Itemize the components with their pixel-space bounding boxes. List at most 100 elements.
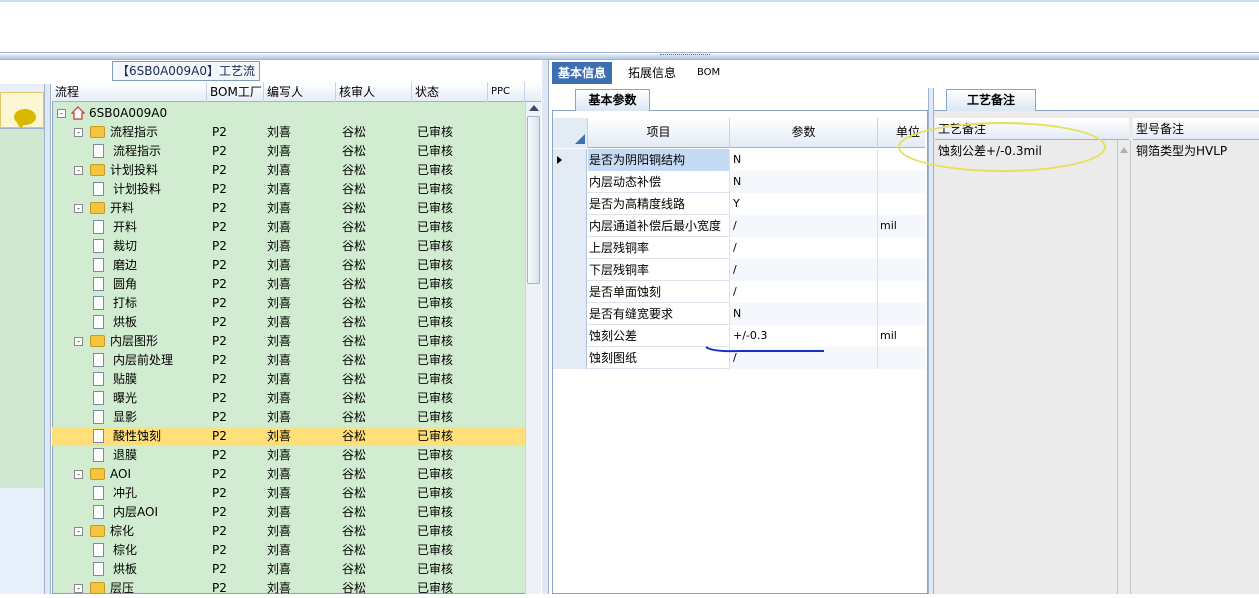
col-header-writer[interactable]: 编写人 — [264, 82, 336, 102]
col-header-reviewer[interactable]: 核审人 — [336, 82, 412, 102]
tree-vertical-scrollbar[interactable] — [525, 102, 541, 594]
collapse-toggle-icon[interactable]: - — [74, 584, 83, 593]
tree-row[interactable]: 酸性蚀刻 P2 刘喜 谷松 已审核 — [52, 427, 525, 446]
param-value-cell[interactable]: / — [730, 215, 878, 237]
param-unit-cell[interactable] — [878, 171, 925, 193]
tree-row[interactable]: - 流程指示 P2 刘喜 谷松 已审核 — [52, 123, 525, 142]
collapse-toggle-icon[interactable]: - — [74, 527, 83, 536]
param-value-cell[interactable]: Y — [730, 193, 878, 215]
col-header-bom-factory[interactable]: BOM工厂 — [207, 82, 264, 102]
tree-row[interactable]: 曝光 P2 刘喜 谷松 已审核 — [52, 389, 525, 408]
col-header-param[interactable]: 参数 — [730, 118, 878, 148]
collapse-toggle-icon[interactable]: - — [74, 204, 83, 213]
param-value-cell[interactable]: / — [730, 237, 878, 259]
param-row[interactable]: 内层动态补偿 N — [553, 171, 925, 193]
tree-row[interactable]: 退膜 P2 刘喜 谷松 已审核 — [52, 446, 525, 465]
row-indicator[interactable] — [553, 171, 587, 193]
param-value-cell[interactable]: / — [730, 259, 878, 281]
tab-basic-params[interactable]: 基本参数 — [575, 89, 650, 111]
col-header-flow[interactable]: 流程 — [52, 82, 207, 102]
param-row[interactable]: 上层残铜率 / — [553, 237, 925, 259]
collapse-toggle-icon[interactable]: - — [74, 166, 83, 175]
tree-row[interactable]: - 计划投料 P2 刘喜 谷松 已审核 — [52, 161, 525, 180]
param-value-cell[interactable]: / — [730, 347, 878, 369]
tree-row[interactable]: 开料 P2 刘喜 谷松 已审核 — [52, 218, 525, 237]
param-value-cell[interactable]: N — [730, 171, 878, 193]
tree-row[interactable]: 内层前处理 P2 刘喜 谷松 已审核 — [52, 351, 525, 370]
param-row[interactable]: 是否为高精度线路 Y — [553, 193, 925, 215]
tab-extended-info[interactable]: 拓展信息 — [622, 62, 682, 84]
param-row[interactable]: 是否为阴阳铜结构 N — [553, 149, 925, 171]
row-indicator[interactable] — [553, 303, 587, 325]
param-unit-cell[interactable] — [878, 281, 925, 303]
param-row[interactable]: 是否有缝宽要求 N — [553, 303, 925, 325]
row-indicator[interactable] — [553, 237, 587, 259]
row-indicator[interactable] — [553, 215, 587, 237]
nav-item-selected[interactable] — [0, 92, 44, 129]
param-row[interactable]: 下层残铜率 / — [553, 259, 925, 281]
tree-row[interactable]: 棕化 P2 刘喜 谷松 已审核 — [52, 541, 525, 560]
param-unit-cell[interactable] — [878, 347, 925, 369]
tree-row[interactable]: - 层压 P2 刘喜 谷松 已审核 — [52, 579, 525, 598]
col-header-status[interactable]: 状态 — [412, 82, 488, 102]
row-indicator[interactable] — [553, 347, 587, 369]
tree-row[interactable]: 烘板 P2 刘喜 谷松 已审核 — [52, 313, 525, 332]
scroll-thumb[interactable] — [527, 116, 540, 284]
row-indicator[interactable] — [553, 149, 587, 171]
tab-process-notes[interactable]: 工艺备注 — [946, 89, 1036, 111]
param-unit-cell[interactable] — [878, 259, 925, 281]
row-indicator[interactable] — [553, 281, 587, 303]
splitter-grip-icon[interactable] — [660, 54, 710, 58]
param-value-cell[interactable]: N — [730, 149, 878, 171]
tree-row[interactable]: 圆角 P2 刘喜 谷松 已审核 — [52, 275, 525, 294]
tree-row[interactable]: 内层AOI P2 刘喜 谷松 已审核 — [52, 503, 525, 522]
collapse-toggle-icon[interactable]: - — [74, 128, 83, 137]
middle-vertical-splitter[interactable] — [542, 60, 549, 594]
tab-basic-info[interactable]: 基本信息 — [552, 62, 613, 84]
param-row[interactable]: 蚀刻图纸 / — [553, 347, 925, 369]
param-unit-cell[interactable]: mil — [878, 215, 925, 237]
grid-corner-cell[interactable] — [553, 118, 588, 148]
param-value-cell[interactable]: +/-0.3 — [730, 325, 878, 347]
tree-row[interactable]: 冲孔 P2 刘喜 谷松 已审核 — [52, 484, 525, 503]
collapse-toggle-icon[interactable]: - — [74, 470, 83, 479]
tree-row[interactable]: - 开料 P2 刘喜 谷松 已审核 — [52, 199, 525, 218]
tree-row[interactable]: - 内层图形 P2 刘喜 谷松 已审核 — [52, 332, 525, 351]
tree-row[interactable]: 烘板 P2 刘喜 谷松 已审核 — [52, 560, 525, 579]
param-row[interactable]: 是否单面蚀刻 / — [553, 281, 925, 303]
horizontal-splitter[interactable] — [0, 52, 1259, 60]
row-indicator[interactable] — [553, 325, 587, 347]
col-header-ppc[interactable]: PPC — [488, 82, 525, 102]
notes-scrollbar[interactable] — [1117, 140, 1131, 594]
tree-row[interactable]: - 棕化 P2 刘喜 谷松 已审核 — [52, 522, 525, 541]
row-indicator[interactable] — [553, 193, 587, 215]
param-row[interactable]: 蚀刻公差 +/-0.3 mil — [553, 325, 925, 347]
tree-row[interactable]: - 6SB0A009A0 — [52, 104, 525, 123]
scroll-up-arrow-icon[interactable] — [529, 105, 539, 111]
tree-row[interactable]: 打标 P2 刘喜 谷松 已审核 — [52, 294, 525, 313]
collapse-toggle-icon[interactable]: - — [57, 109, 66, 118]
tab-bom[interactable]: BOM — [691, 62, 726, 84]
tree-row[interactable]: - AOI P2 刘喜 谷松 已审核 — [52, 465, 525, 484]
param-unit-cell[interactable] — [878, 303, 925, 325]
process-notes-textbox[interactable] — [935, 140, 1129, 594]
tree-row[interactable]: 计划投料 P2 刘喜 谷松 已审核 — [52, 180, 525, 199]
tree-row[interactable]: 贴膜 P2 刘喜 谷松 已审核 — [52, 370, 525, 389]
notes-scroll-up-icon[interactable] — [1118, 140, 1130, 160]
param-unit-cell[interactable] — [878, 237, 925, 259]
param-unit-cell[interactable]: mil — [878, 325, 925, 347]
param-row[interactable]: 内层通道补偿后最小宽度 / mil — [553, 215, 925, 237]
tree-row[interactable]: 显影 P2 刘喜 谷松 已审核 — [52, 408, 525, 427]
param-unit-cell[interactable] — [878, 193, 925, 215]
row-indicator[interactable] — [553, 259, 587, 281]
tree-row[interactable]: 流程指示 P2 刘喜 谷松 已审核 — [52, 142, 525, 161]
model-notes-textbox[interactable] — [1133, 140, 1259, 594]
param-value-cell[interactable]: N — [730, 303, 878, 325]
tree-row[interactable]: 裁切 P2 刘喜 谷松 已审核 — [52, 237, 525, 256]
tree-row[interactable]: 磨边 P2 刘喜 谷松 已审核 — [52, 256, 525, 275]
param-value-cell[interactable]: / — [730, 281, 878, 303]
col-header-model-notes[interactable]: 型号备注 — [1133, 118, 1259, 140]
collapse-toggle-icon[interactable]: - — [74, 337, 83, 346]
left-vertical-splitter[interactable] — [45, 84, 51, 594]
col-header-item[interactable]: 项目 — [588, 118, 730, 148]
